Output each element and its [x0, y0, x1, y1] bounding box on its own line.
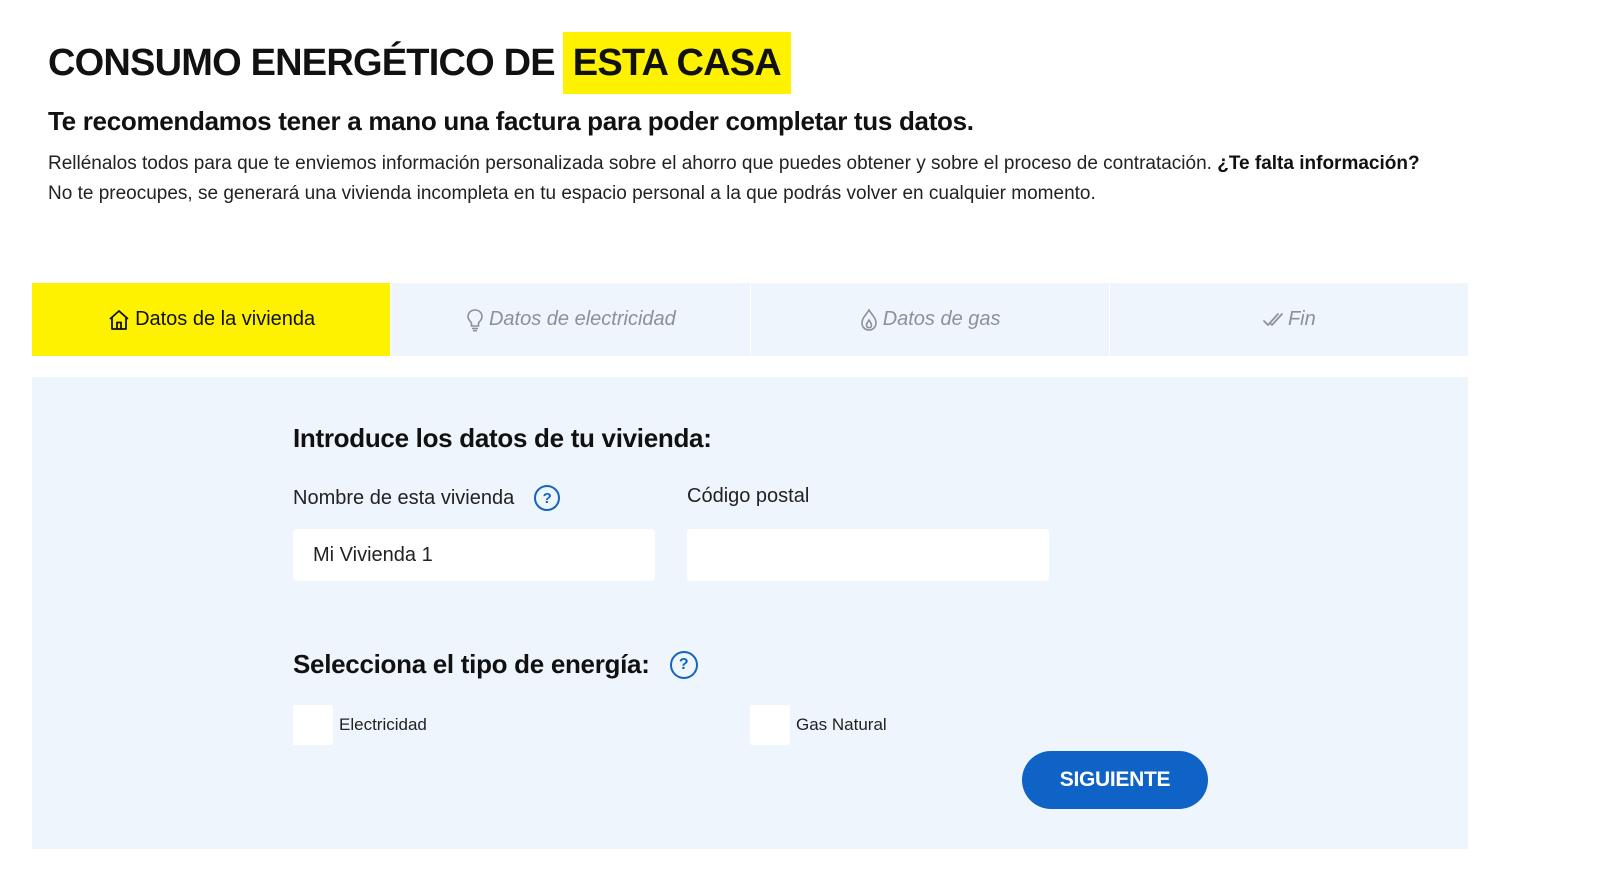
gas-natural-checkbox[interactable]: [750, 705, 790, 745]
page-subtitle: Te recomendamos tener a mano una factura…: [48, 106, 974, 136]
gas-natural-label: Gas Natural: [796, 715, 887, 734]
intro-paragraph: Rellénalos todos para que te enviemos in…: [48, 149, 1448, 209]
electricidad-checkbox[interactable]: [293, 705, 333, 745]
help-icon[interactable]: ?: [534, 485, 561, 511]
intro-text: Rellénalos todos para que te enviemos in…: [48, 153, 1212, 174]
tab-label: Datos de gas: [882, 308, 1001, 330]
tab-fin[interactable]: Fin: [1108, 283, 1468, 356]
tab-datos-vivienda[interactable]: Datos de la vivienda: [32, 283, 391, 356]
house-name-label: Nombre de esta vivienda ?: [293, 485, 561, 511]
postal-code-input[interactable]: [687, 529, 1049, 581]
electricidad-label: Electricidad: [339, 715, 427, 734]
flame-drop-icon: [859, 307, 879, 332]
page-title: CONSUMO ENERGÉTICO DE ESTA CASA: [48, 32, 1508, 94]
page-title-main: CONSUMO ENERGÉTICO DE: [48, 41, 556, 84]
energy-option-gas-natural: Gas Natural: [750, 705, 887, 745]
tab-label: Fin: [1287, 308, 1316, 330]
tab-label: Datos de electricidad: [488, 308, 676, 330]
energy-type-title-text: Selecciona el tipo de energía:: [293, 649, 650, 679]
tab-datos-electricidad[interactable]: Datos de electricidad: [390, 283, 749, 356]
house-name-input[interactable]: [293, 529, 655, 581]
home-icon: [107, 308, 131, 332]
help-icon[interactable]: ?: [669, 650, 698, 679]
energy-option-electricidad: Electricidad: [293, 705, 427, 745]
intro-bold: ¿Te falta información?: [1217, 153, 1420, 174]
lightbulb-icon: [465, 308, 485, 332]
tab-datos-gas[interactable]: Datos de gas: [749, 283, 1109, 356]
house-name-label-text: Nombre de esta vivienda: [293, 486, 515, 509]
tab-label: Datos de la vivienda: [135, 308, 316, 330]
step-tabs: Datos de la vivienda Datos de electricid…: [32, 283, 1468, 356]
form-panel: Introduce los datos de tu vivienda: Nomb…: [32, 377, 1468, 849]
next-button[interactable]: SIGUIENTE: [1022, 751, 1208, 809]
energy-type-title: Selecciona el tipo de energía: ?: [293, 649, 698, 680]
postal-code-label-text: Código postal: [687, 485, 810, 507]
page-header: CONSUMO ENERGÉTICO DE ESTA CASA Te recom…: [48, 32, 1508, 209]
intro-text-2: No te preocupes, se generará una viviend…: [48, 183, 1096, 204]
postal-code-label: Código postal: [687, 485, 809, 508]
form-title: Introduce los datos de tu vivienda:: [293, 423, 712, 453]
double-check-icon: [1262, 309, 1284, 331]
page-title-highlight: ESTA CASA: [562, 32, 791, 94]
